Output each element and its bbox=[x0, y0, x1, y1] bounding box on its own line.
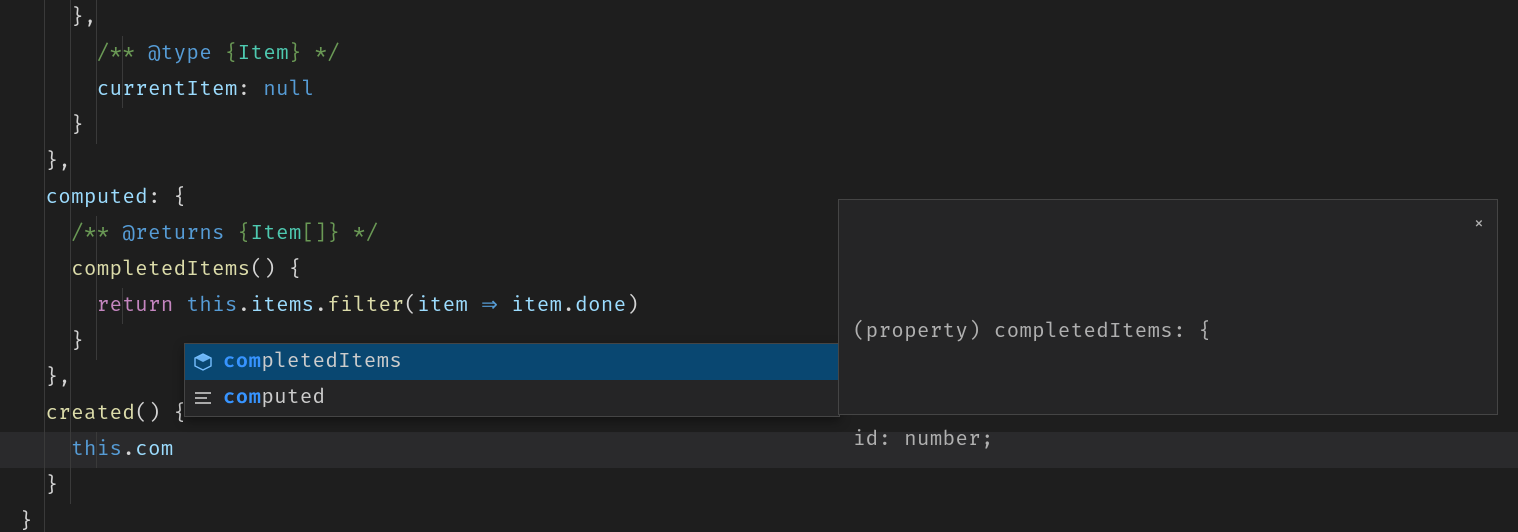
code-text bbox=[20, 294, 97, 318]
code-text: . bbox=[238, 294, 251, 318]
autocomplete-label: computed bbox=[223, 380, 325, 416]
code-text: }, bbox=[20, 150, 71, 174]
keyword-icon bbox=[193, 391, 213, 405]
code-text: /** bbox=[97, 42, 148, 66]
code-text: : bbox=[238, 78, 264, 102]
code-text bbox=[20, 438, 71, 462]
code-text: { bbox=[225, 222, 251, 246]
code-text: () { bbox=[251, 258, 302, 282]
code-text: Item bbox=[251, 222, 302, 246]
autocomplete-label: completedItems bbox=[223, 344, 402, 380]
type-info-line: (property) completedItems: { bbox=[853, 314, 1483, 350]
autocomplete-item-completeditems[interactable]: completedItems bbox=[185, 344, 839, 380]
code-editor[interactable]: }, /** @type {Item} */ currentItem: null… bbox=[0, 0, 1518, 532]
code-line: /** @type {Item} */ bbox=[0, 36, 1518, 72]
code-text: created bbox=[46, 402, 136, 426]
code-text: . bbox=[315, 294, 328, 318]
code-text: filter bbox=[327, 294, 404, 318]
code-text: } */ bbox=[289, 42, 340, 66]
match-text: com bbox=[223, 350, 261, 374]
code-text bbox=[20, 78, 97, 102]
code-text: . bbox=[122, 438, 135, 462]
code-text: : { bbox=[148, 186, 186, 210]
code-line: currentItem: null bbox=[0, 72, 1518, 108]
code-text: return bbox=[97, 294, 174, 318]
code-text: @type bbox=[148, 42, 212, 66]
code-text bbox=[20, 186, 46, 210]
code-text: null bbox=[263, 78, 314, 102]
rest-text: pletedItems bbox=[261, 350, 402, 374]
code-text bbox=[20, 42, 97, 66]
code-text: } bbox=[20, 330, 84, 354]
type-info-popup: × (property) completedItems: { id: numbe… bbox=[838, 199, 1498, 415]
code-text: }, bbox=[20, 366, 71, 390]
code-text: } bbox=[20, 510, 33, 532]
code-text: ) bbox=[627, 294, 640, 318]
code-text: items bbox=[251, 294, 315, 318]
code-text bbox=[174, 294, 187, 318]
autocomplete-item-computed[interactable]: computed bbox=[185, 380, 839, 416]
code-line: } bbox=[0, 108, 1518, 144]
code-text: this bbox=[187, 294, 238, 318]
code-text: currentItem bbox=[97, 78, 238, 102]
code-text: . bbox=[562, 294, 575, 318]
property-icon bbox=[193, 353, 213, 371]
code-text: () { bbox=[135, 402, 186, 426]
code-text: ⇒ bbox=[468, 294, 511, 318]
code-text: { bbox=[212, 42, 238, 66]
code-line: }, bbox=[0, 0, 1518, 36]
autocomplete-popup[interactable]: completedItems computed bbox=[184, 343, 840, 417]
code-text: }, bbox=[20, 6, 97, 30]
code-text bbox=[20, 258, 71, 282]
code-text: com bbox=[135, 438, 173, 462]
code-text: done bbox=[575, 294, 626, 318]
code-text: computed bbox=[46, 186, 148, 210]
code-text: } bbox=[20, 474, 58, 498]
close-icon[interactable]: × bbox=[1473, 206, 1485, 242]
code-text: this bbox=[71, 438, 122, 462]
match-text: com bbox=[223, 386, 261, 410]
code-text: ( bbox=[404, 294, 417, 318]
code-line: }, bbox=[0, 144, 1518, 180]
code-text: } bbox=[20, 114, 84, 138]
code-text bbox=[20, 222, 71, 246]
rest-text: puted bbox=[261, 386, 325, 410]
type-info-line: id: number; bbox=[853, 422, 1483, 458]
code-text: []} */ bbox=[302, 222, 379, 246]
code-text: /** bbox=[71, 222, 122, 246]
code-text: Item bbox=[238, 42, 289, 66]
code-text: completedItems bbox=[71, 258, 250, 282]
code-text: item bbox=[417, 294, 468, 318]
code-text: @returns bbox=[122, 222, 224, 246]
code-text: item bbox=[511, 294, 562, 318]
code-text bbox=[20, 402, 46, 426]
